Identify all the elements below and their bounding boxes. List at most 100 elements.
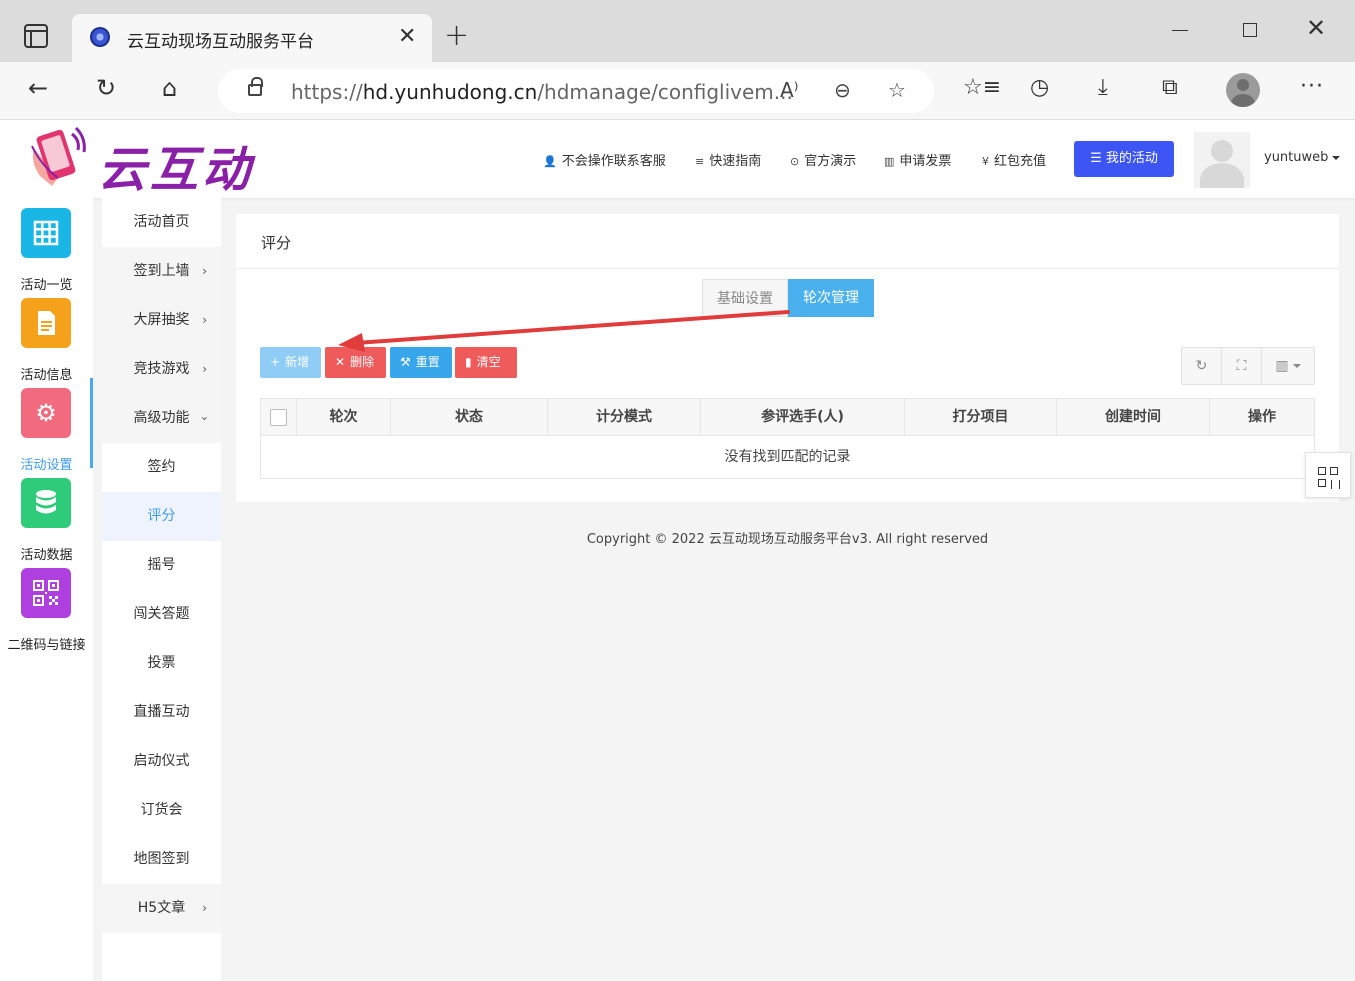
submenu-item-lottery[interactable]: 大屏抽奖 › — [102, 296, 221, 345]
floating-qrcode-icon[interactable] — [1305, 452, 1351, 498]
submenu-item-scoring[interactable]: 评分 — [102, 492, 221, 541]
list-icon: ☰ — [1090, 151, 1106, 166]
window-close-icon[interactable]: ✕ — [1306, 14, 1326, 42]
empty-state: 没有找到匹配的记录 — [724, 449, 851, 465]
back-icon[interactable]: ← — [28, 74, 48, 102]
rounds-table: 轮次 状态 计分模式 参评选手(人) 打分项目 创建时间 操作 没有找到匹配的记… — [260, 398, 1315, 479]
tab-title: 云互动现场互动服务平台 — [127, 32, 314, 52]
sidebar-item-activity-data[interactable]: 活动数据 — [0, 478, 93, 566]
nav-contact-support[interactable]: 👤 不会操作联系客服 — [543, 150, 666, 169]
zoom-out-icon[interactable]: ⊖ — [834, 78, 851, 102]
add-favorite-icon[interactable]: ☆ — [888, 78, 906, 102]
add-button[interactable]: + 新增 — [260, 347, 321, 378]
logo-phone-icon — [31, 126, 86, 186]
nav-official-demo[interactable]: ⊙ 官方演示 — [790, 150, 856, 169]
chevron-right-icon: › — [202, 313, 207, 327]
column-header[interactable]: 参评选手(人) — [701, 399, 905, 436]
barcode-icon: ▥ — [884, 155, 895, 168]
gavel-icon: ⚒ — [400, 355, 411, 369]
caret-down-icon — [1332, 155, 1341, 160]
download-icon[interactable]: ⤓ — [1098, 75, 1108, 100]
more-options-icon[interactable]: ··· — [1300, 74, 1324, 99]
select-all-cell — [261, 399, 297, 436]
qr-lines — [1331, 480, 1340, 489]
close-icon: ✕ — [335, 355, 346, 369]
submenu-item-checkin-wall[interactable]: 签到上墙 › — [102, 247, 221, 296]
submenu-item-sign[interactable]: 签约 — [102, 443, 221, 492]
user-menu[interactable]: yuntuweb — [1264, 150, 1341, 165]
sidebar-item-activity-settings[interactable]: ⚙ 活动设置 — [0, 378, 93, 476]
browser-tab-bar: 云互动现场互动服务平台 ✕ + ✕ — [0, 0, 1355, 62]
history-icon[interactable]: ◷ — [1030, 75, 1049, 100]
clear-button[interactable]: ▮ 清空 — [455, 347, 517, 378]
refresh-table-icon[interactable]: ↻ — [1182, 348, 1222, 384]
settings-submenu: 活动首页 签到上墙 › 大屏抽奖 › 竞技游戏 › 高级功能 ‹ 签约 评分 摇号 闯关… — [102, 198, 221, 981]
nav-quick-guide[interactable]: ≡ 快速指南 — [695, 150, 761, 169]
address-bar[interactable]: https://hd.yunhudong.cn/hdmanage/configl… — [218, 69, 934, 113]
submenu-item-draw-number[interactable]: 摇号 — [102, 541, 221, 590]
sidebar-item-qrcode-links[interactable]: 二维码与链接 — [0, 568, 93, 656]
submenu-item-advanced[interactable]: 高级功能 ‹ — [102, 394, 221, 443]
submenu-item-live[interactable]: 直播互动 — [102, 688, 221, 737]
submenu-item-map-checkin[interactable]: 地图签到 — [102, 835, 221, 884]
reset-button[interactable]: ⚒ 重置 — [390, 347, 452, 378]
select-all-checkbox[interactable] — [270, 409, 287, 426]
footer-copyright: Copyright © 2022 云互动现场互动服务平台v3. All righ… — [586, 532, 989, 547]
submenu-item-h5-article[interactable]: H5文章 › — [102, 884, 221, 933]
minimize-icon[interactable] — [1172, 30, 1188, 31]
user-avatar[interactable] — [1194, 132, 1250, 188]
divider — [236, 268, 1339, 269]
column-header[interactable]: 计分模式 — [548, 399, 701, 436]
list-icon: ≡ — [695, 155, 705, 168]
sidebar-item-activity-list[interactable]: 活动一览 — [0, 208, 93, 296]
submenu-item-home[interactable]: 活动首页 — [102, 198, 221, 247]
page-title: 评分 — [261, 234, 292, 252]
columns-toggle-icon[interactable]: ▥ — [1262, 348, 1314, 384]
read-aloud-icon[interactable]: A⁾ — [780, 78, 799, 102]
grid-icon — [21, 208, 71, 258]
qrcode-icon — [21, 568, 71, 618]
table-toolbar: ↻ ⛶ ▥ — [1181, 347, 1315, 385]
column-header[interactable]: 创建时间 — [1057, 399, 1210, 436]
lock-icon[interactable] — [248, 77, 263, 96]
plus-icon: + — [270, 355, 281, 369]
collections-icon[interactable]: ⧉ — [1162, 75, 1178, 100]
submenu-item-games[interactable]: 竞技游戏 › — [102, 345, 221, 394]
delete-button[interactable]: ✕ 删除 — [325, 347, 386, 378]
tab-basic-settings[interactable]: 基础设置 — [702, 279, 788, 317]
submenu-item-ceremony[interactable]: 启动仪式 — [102, 737, 221, 786]
refresh-icon[interactable]: ↻ — [96, 74, 116, 102]
new-tab-icon[interactable]: + — [444, 18, 469, 53]
submenu-item-vote[interactable]: 投票 — [102, 639, 221, 688]
app-header: 云互动 👤 不会操作联系客服 ≡ 快速指南 ⊙ 官方演示 ▥ 申请发票 ¥ 红包充值 ☰ … — [0, 120, 1355, 198]
profile-avatar-icon[interactable] — [1226, 73, 1260, 107]
column-header[interactable]: 操作 — [1210, 399, 1314, 436]
column-header[interactable]: 打分项目 — [905, 399, 1057, 436]
fullscreen-icon[interactable]: ⛶ — [1222, 348, 1262, 384]
my-activity-button[interactable]: ☰ 我的活动 — [1074, 141, 1174, 177]
submenu-item-order-fair[interactable]: 订货会 — [102, 786, 221, 835]
nav-recharge[interactable]: ¥ 红包充值 — [982, 150, 1046, 169]
tab-round-management[interactable]: 轮次管理 — [788, 279, 874, 317]
sidebar-item-activity-info[interactable]: 活动信息 — [0, 298, 93, 386]
caret-down-icon — [1292, 364, 1301, 368]
chevron-right-icon: › — [202, 264, 207, 278]
browser-tab[interactable]: 云互动现场互动服务平台 ✕ — [72, 14, 432, 62]
qr-square — [1318, 467, 1326, 475]
favorites-icon[interactable]: ☆≡ — [963, 75, 1001, 100]
close-tab-icon[interactable]: ✕ — [398, 24, 416, 49]
icon-sidebar: 活动一览 活动信息 ⚙ 活动设置 活动数据 二维码与链接 — [0, 198, 93, 981]
maximize-icon[interactable] — [1243, 23, 1257, 37]
user-add-icon: 👤 — [543, 155, 557, 168]
submenu-item-quiz[interactable]: 闯关答题 — [102, 590, 221, 639]
url-text[interactable]: https://hd.yunhudong.cn/hdmanage/configl… — [291, 80, 793, 104]
scoring-panel: 评分 基础设置 轮次管理 + 新增 ✕ 删除 ⚒ 重置 ▮ 清空 ↻ ⛶ ▥ 轮次 状态… — [236, 214, 1339, 502]
document-icon — [21, 298, 71, 348]
nav-invoice[interactable]: ▥ 申请发票 — [884, 150, 951, 169]
tab-actions-icon[interactable] — [24, 24, 48, 48]
home-icon[interactable]: ⌂ — [162, 74, 177, 102]
gear-icon: ⚙ — [21, 388, 71, 438]
column-header[interactable]: 状态 — [391, 399, 548, 436]
column-header[interactable]: 轮次 — [297, 399, 391, 436]
chevron-right-icon: › — [202, 362, 207, 376]
